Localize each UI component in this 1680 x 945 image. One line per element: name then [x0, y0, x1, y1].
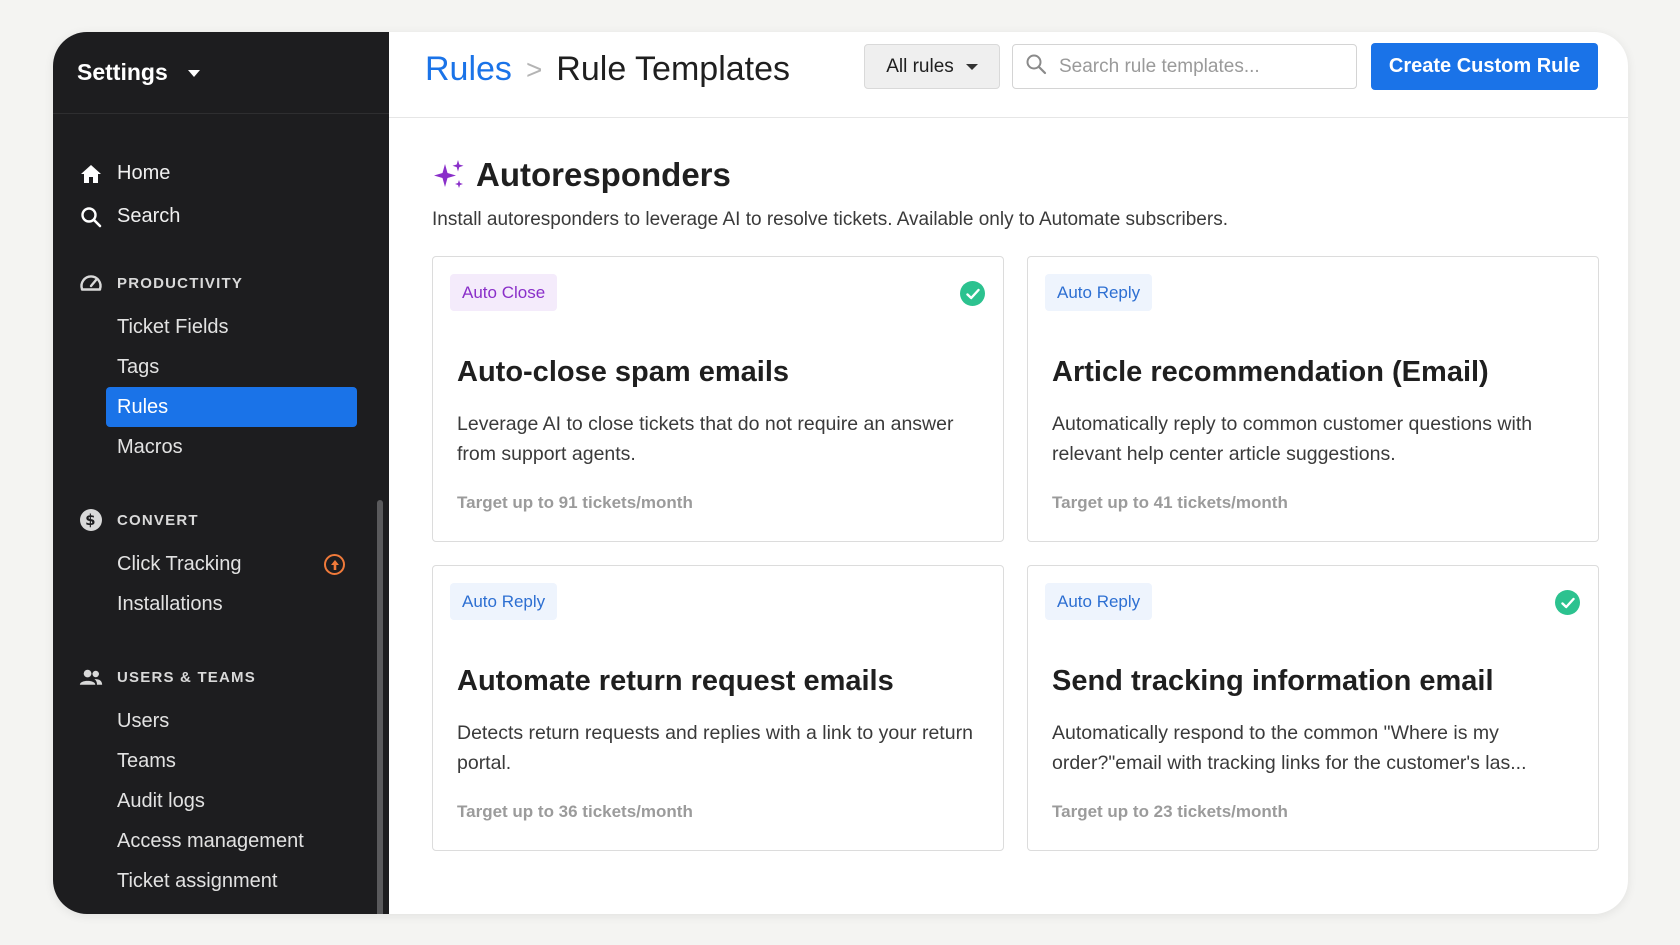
sidebar-item-ticket-fields[interactable]: Ticket Fields — [53, 307, 357, 347]
main-content: Rules > Rule Templates All rules Create … — [389, 32, 1628, 914]
page-title: Rule Templates — [556, 50, 791, 88]
sidebar-item-label: Ticket assignment — [117, 869, 278, 892]
installed-check-icon — [960, 281, 985, 306]
sidebar-item-label: Tags — [117, 355, 160, 378]
template-card-tracking-information[interactable]: Auto Reply Send tracking information ema… — [1027, 565, 1599, 851]
category-badge: Auto Close — [450, 274, 558, 311]
template-card-grid: Auto Close Auto-close spam emails Levera… — [432, 256, 1628, 851]
filter-label: All rules — [886, 55, 954, 77]
app-window: Settings Home Search PRODUCTIVITY Ticket… — [53, 32, 1628, 914]
sidebar-scrollbar[interactable] — [377, 500, 383, 914]
section-header-convert: $ CONVERT — [53, 505, 389, 535]
sidebar-item-label: Ticket Fields — [117, 315, 229, 338]
card-title: Auto-close spam emails — [457, 356, 789, 388]
section-header-users-teams: USERS & TEAMS — [53, 662, 389, 692]
search-field[interactable] — [1012, 44, 1357, 89]
sidebar-item-macros[interactable]: Macros — [53, 427, 357, 467]
speedometer-icon — [79, 271, 103, 295]
sidebar-item-access-management[interactable]: Access management — [53, 821, 357, 861]
sidebar-item-audit-logs[interactable]: Audit logs — [53, 781, 357, 821]
section-description: Install autoresponders to leverage AI to… — [432, 209, 1228, 230]
chevron-down-icon — [187, 70, 200, 77]
sidebar-item-installations[interactable]: Installations — [53, 584, 357, 624]
settings-menu-toggle[interactable]: Settings — [53, 32, 389, 114]
card-title: Send tracking information email — [1052, 665, 1494, 697]
card-target: Target up to 41 tickets/month — [1052, 493, 1288, 512]
breadcrumb: Rules > Rule Templates — [425, 50, 790, 89]
card-target: Target up to 36 tickets/month — [457, 802, 693, 821]
chevron-down-icon — [965, 63, 978, 70]
section-header-productivity: PRODUCTIVITY — [53, 268, 389, 298]
category-badge: Auto Reply — [1045, 583, 1153, 620]
sidebar-item-label: Teams — [117, 749, 176, 772]
search-input[interactable] — [1059, 55, 1339, 78]
sidebar-item-rules[interactable]: Rules — [106, 387, 357, 427]
sidebar-item-label: Users — [117, 709, 170, 732]
sidebar-item-home[interactable]: Home — [53, 152, 389, 195]
home-icon — [79, 162, 103, 186]
users-icon — [79, 665, 103, 689]
section-label: PRODUCTIVITY — [117, 274, 244, 292]
section-title: Autoresponders — [476, 156, 731, 193]
rules-filter-dropdown[interactable]: All rules — [864, 44, 1000, 89]
top-bar: Rules > Rule Templates All rules Create … — [389, 32, 1628, 118]
card-description: Detects return requests and replies with… — [457, 722, 973, 774]
sidebar-item-tags[interactable]: Tags — [53, 347, 357, 387]
sidebar-item-users[interactable]: Users — [53, 701, 357, 741]
template-card-article-recommendation[interactable]: Auto Reply Article recommendation (Email… — [1027, 256, 1599, 542]
template-card-return-request[interactable]: Auto Reply Automate return request email… — [432, 565, 1004, 851]
search-icon — [79, 205, 103, 229]
installed-check-icon — [1555, 590, 1580, 615]
sidebar-item-label: Search — [117, 205, 181, 227]
sidebar-item-label: Access management — [117, 829, 304, 852]
svg-text:$: $ — [85, 511, 97, 529]
card-description: Automatically reply to common customer q… — [1052, 413, 1533, 465]
upgrade-arrow-icon — [324, 554, 345, 575]
sidebar-item-search[interactable]: Search — [53, 195, 389, 238]
template-card-auto-close-spam[interactable]: Auto Close Auto-close spam emails Levera… — [432, 256, 1004, 542]
card-description: Automatically respond to the common "Whe… — [1052, 722, 1527, 774]
sidebar-item-label: Audit logs — [117, 789, 205, 812]
category-badge: Auto Reply — [450, 583, 558, 620]
card-target: Target up to 91 tickets/month — [457, 493, 693, 512]
card-target: Target up to 23 tickets/month — [1052, 802, 1288, 821]
dollar-icon: $ — [79, 508, 103, 532]
sparkle-icon — [432, 158, 466, 192]
sidebar-item-ticket-assignment[interactable]: Ticket assignment — [53, 861, 357, 901]
sidebar-item-label: Click Tracking — [117, 552, 242, 575]
sidebar-item-label: Macros — [117, 435, 183, 458]
sidebar-item-click-tracking[interactable]: Click Tracking — [53, 544, 357, 584]
category-badge: Auto Reply — [1045, 274, 1153, 311]
section-label: USERS & TEAMS — [117, 668, 256, 686]
card-title: Automate return request emails — [457, 665, 894, 697]
card-description: Leverage AI to close tickets that do not… — [457, 413, 954, 465]
breadcrumb-separator: > — [525, 53, 543, 85]
sidebar: Settings Home Search PRODUCTIVITY Ticket… — [53, 32, 389, 914]
section-header-autoresponders: Autoresponders — [432, 155, 1628, 195]
sidebar-item-label: Home — [117, 162, 171, 184]
create-custom-rule-button[interactable]: Create Custom Rule — [1371, 43, 1598, 90]
section-label: CONVERT — [117, 511, 199, 529]
search-icon — [1025, 53, 1047, 80]
sidebar-item-label: Installations — [117, 592, 223, 615]
card-title: Article recommendation (Email) — [1052, 356, 1489, 388]
sidebar-item-teams[interactable]: Teams — [53, 741, 357, 781]
sidebar-item-label: Rules — [117, 395, 169, 418]
breadcrumb-link-rules[interactable]: Rules — [425, 50, 512, 89]
sidebar-title: Settings — [77, 59, 168, 85]
